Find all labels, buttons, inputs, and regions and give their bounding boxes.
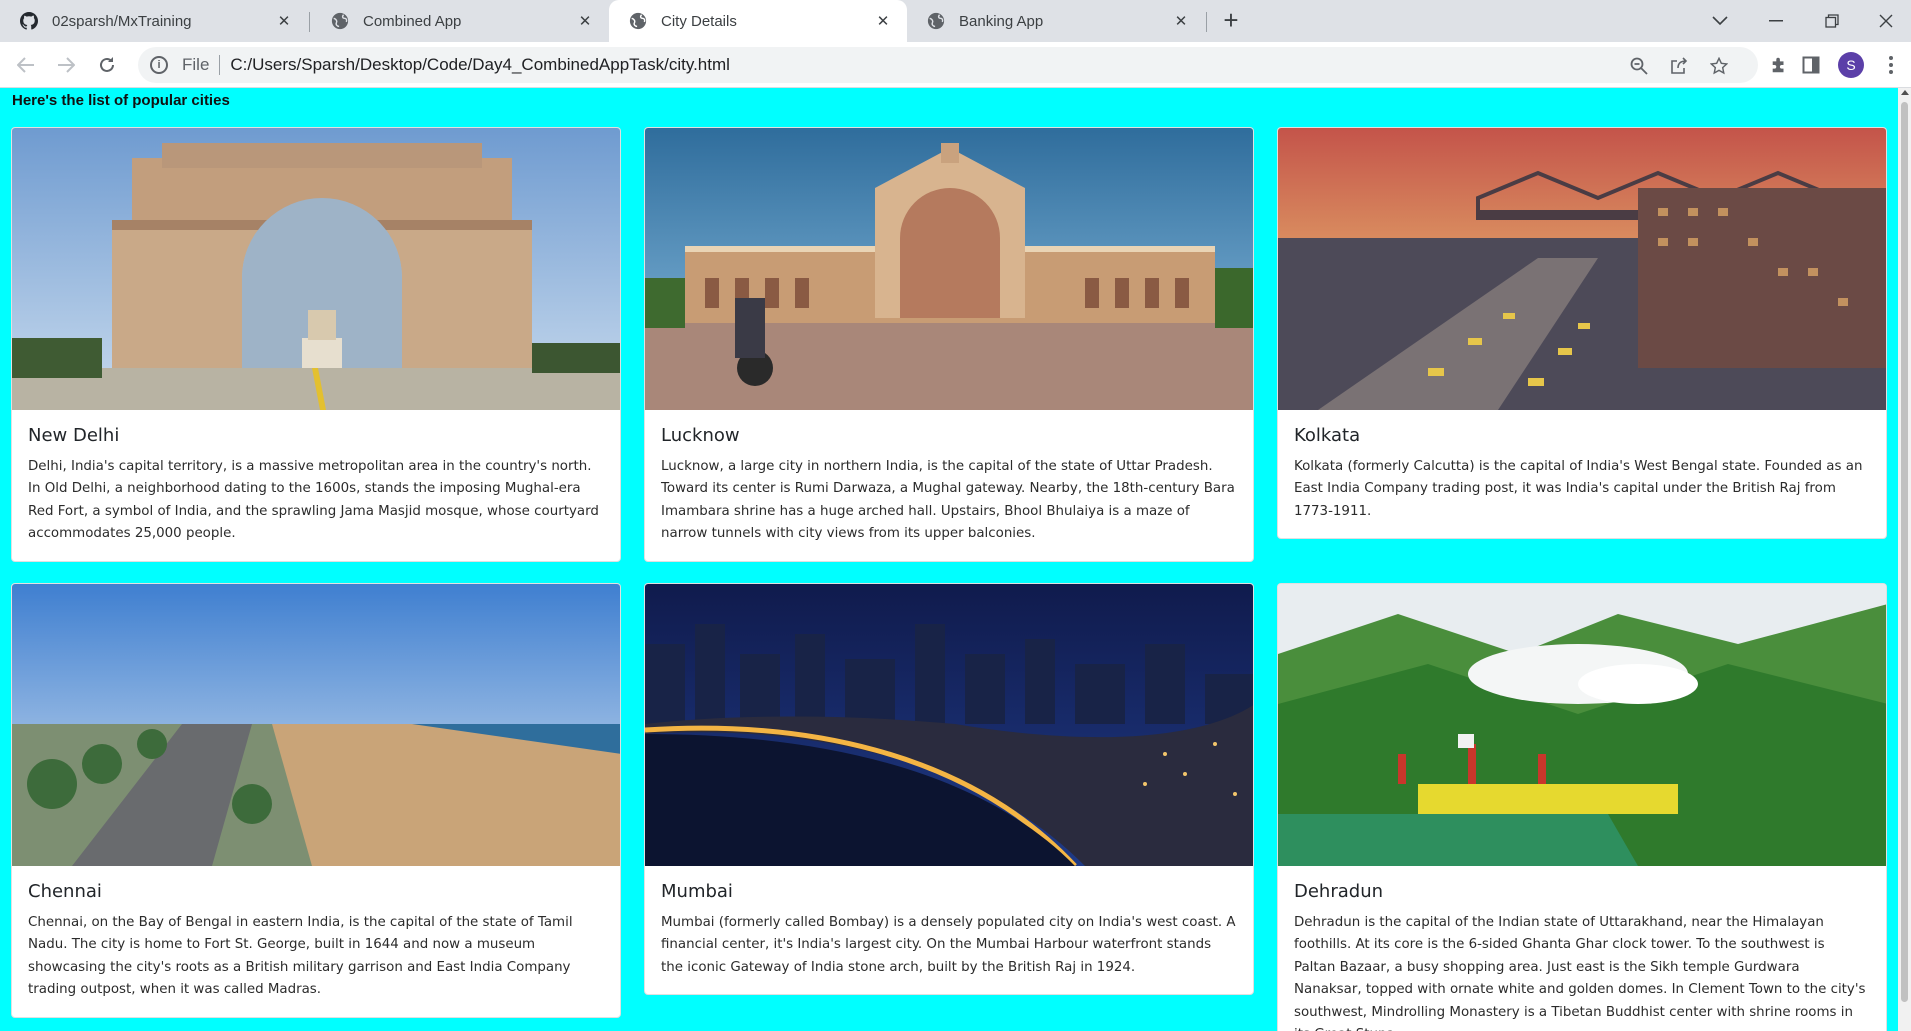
tab-title: Combined App	[363, 12, 462, 30]
tab-banking-app[interactable]: Banking App ✕	[907, 0, 1205, 42]
kebab-menu-icon[interactable]	[1880, 54, 1902, 76]
city-card-dehradun: Dehradun Dehradun is the capital of the …	[1277, 583, 1887, 1031]
back-arrow-icon[interactable]	[12, 51, 40, 79]
india-gate-photo	[12, 128, 620, 410]
scrollbar-thumb[interactable]	[1901, 102, 1908, 1002]
page-heading: Here's the list of popular cities	[12, 92, 230, 109]
dehradun-hills-photo	[1278, 584, 1886, 866]
bookmark-star-icon[interactable]	[1708, 55, 1730, 77]
city-title: Mumbai	[661, 881, 733, 902]
tab-separator	[309, 12, 310, 32]
tab-city-details[interactable]: City Details ✕	[609, 0, 907, 42]
kolkata-howrah-bridge-photo	[1278, 128, 1886, 410]
profile-avatar[interactable]: S	[1838, 52, 1864, 78]
marine-drive-night-photo	[645, 584, 1253, 866]
tab-search-chevron-icon[interactable]	[1692, 0, 1748, 42]
city-title: Chennai	[28, 881, 102, 902]
city-description: Kolkata (formerly Calcutta) is the capit…	[1294, 459, 1863, 519]
tab-combined-app[interactable]: Combined App ✕	[311, 0, 609, 42]
zoom-icon[interactable]	[1628, 55, 1650, 77]
github-icon	[20, 12, 38, 30]
tab-title: 02sparsh/MxTraining	[52, 12, 192, 30]
close-window-icon[interactable]	[1858, 0, 1911, 42]
globe-icon	[331, 12, 349, 30]
close-tab-icon[interactable]: ✕	[274, 11, 294, 31]
close-tab-icon[interactable]: ✕	[1171, 11, 1191, 31]
tab-title: City Details	[661, 12, 737, 30]
city-title: Kolkata	[1294, 425, 1361, 446]
forward-arrow-icon[interactable]	[52, 51, 80, 79]
tab-github[interactable]: 02sparsh/MxTraining ✕	[0, 0, 308, 42]
city-card-kolkata: Kolkata Kolkata (formerly Calcutta) is t…	[1277, 127, 1887, 540]
url-divider	[219, 55, 221, 75]
tab-strip: 02sparsh/MxTraining ✕ Combined App ✕ Cit…	[0, 0, 1911, 42]
reload-icon[interactable]	[93, 51, 121, 79]
city-description: Delhi, India's capital territory, is a m…	[28, 459, 599, 542]
minimize-icon[interactable]	[1748, 0, 1804, 42]
tab-separator	[1206, 12, 1207, 32]
close-tab-icon[interactable]: ✕	[873, 11, 893, 31]
city-card-mumbai: Mumbai Mumbai (formerly called Bombay) i…	[644, 583, 1254, 996]
close-tab-icon[interactable]: ✕	[575, 11, 595, 31]
city-card-lucknow: Lucknow Lucknow, a large city in norther…	[644, 127, 1254, 562]
side-panel-icon[interactable]	[1800, 54, 1822, 76]
url-text[interactable]: C:/Users/Sparsh/Desktop/Code/Day4_Combin…	[230, 55, 730, 75]
address-bar[interactable]: i File C:/Users/Sparsh/Desktop/Code/Day4…	[138, 47, 1758, 83]
city-card-new-delhi: New Delhi Delhi, India's capital territo…	[11, 127, 621, 562]
city-description: Mumbai (formerly called Bombay) is a den…	[661, 915, 1236, 975]
globe-icon	[927, 12, 945, 30]
extensions-puzzle-icon[interactable]	[1768, 54, 1790, 76]
url-scheme: File	[182, 55, 210, 74]
rumi-darwaza-photo	[645, 128, 1253, 410]
city-description: Chennai, on the Bay of Bengal in eastern…	[28, 915, 573, 998]
city-description: Dehradun is the capital of the Indian st…	[1294, 915, 1866, 1031]
site-info-icon[interactable]: i	[150, 56, 168, 74]
restore-icon[interactable]	[1804, 0, 1860, 42]
city-title: Lucknow	[661, 425, 740, 446]
city-card-chennai: Chennai Chennai, on the Bay of Bengal in…	[11, 583, 621, 1018]
marina-beach-photo	[12, 584, 620, 866]
page-viewport: Here's the list of popular cities New De…	[0, 88, 1898, 1031]
city-title: Dehradun	[1294, 881, 1384, 902]
browser-toolbar: i File C:/Users/Sparsh/Desktop/Code/Day4…	[0, 42, 1911, 88]
share-icon[interactable]	[1668, 55, 1690, 77]
page-scrollbar[interactable]	[1898, 88, 1911, 1031]
city-description: Lucknow, a large city in northern India,…	[661, 459, 1235, 542]
city-title: New Delhi	[28, 425, 120, 446]
globe-icon	[629, 12, 647, 30]
scroll-up-arrow-icon[interactable]	[1901, 90, 1909, 95]
tab-title: Banking App	[959, 12, 1044, 30]
new-tab-button[interactable]: +	[1218, 7, 1244, 34]
